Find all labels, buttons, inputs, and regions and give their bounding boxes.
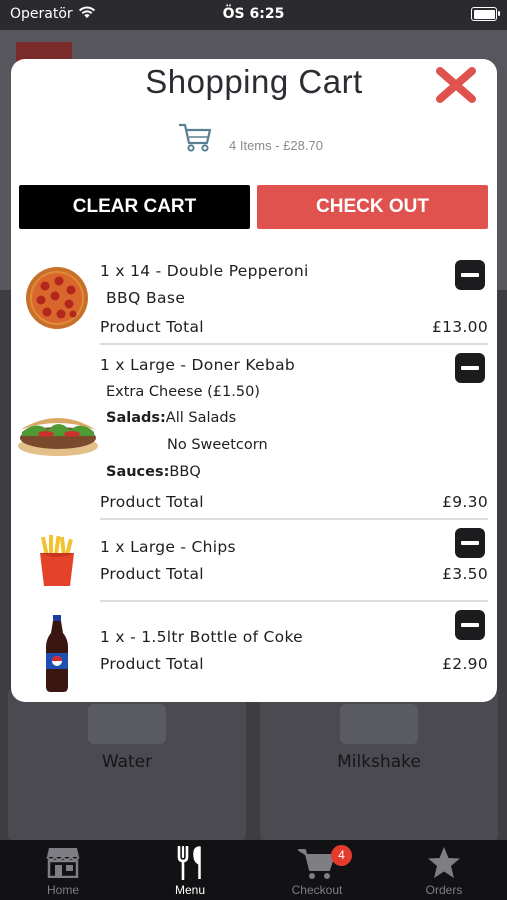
remove-item-button[interactable] [455,353,485,383]
salads-value: All Salads [165,410,237,426]
category-card-water[interactable]: Water [8,690,246,840]
cart-icon [179,123,212,152]
item-option: BBQ Base [106,289,186,307]
tab-orders[interactable]: Orders [381,840,507,900]
remove-item-button[interactable] [455,610,485,640]
close-button[interactable] [435,65,477,105]
item-sauces: Sauces:BBQ [106,464,201,480]
category-label: Milkshake [337,752,421,772]
water-image [88,704,166,744]
chips-image [37,535,77,591]
cart-item: 1 x Large - Doner Kebab Extra Cheese (£1… [11,344,497,520]
cart-summary-text: 4 Items - £28.70 [229,138,323,153]
tab-menu[interactable]: Menu [127,840,253,900]
cart-item: 1 x Large - Chips Product Total £3.50 [11,519,497,602]
background-category-grid: Water Milkshake [8,690,499,840]
tab-home[interactable]: Home [0,840,126,900]
item-extra: Extra Cheese (£1.50) [106,384,260,400]
item-name: 1 x Large - Chips [100,538,236,556]
checkout-badge: 4 [331,845,352,866]
pizza-image [25,266,89,334]
status-time: ÖS 6:25 [222,6,285,22]
category-card-milkshake[interactable]: Milkshake [260,690,498,840]
product-total-label: Product Total [100,493,204,511]
clear-cart-button[interactable]: CLEAR CART [19,185,250,229]
item-price: £3.50 [442,565,488,583]
kebab-image [16,404,100,462]
tab-label: Checkout [291,883,343,897]
tab-label: Orders [425,883,463,897]
salads-label: Salads: [106,410,166,426]
tab-label: Menu [174,883,206,897]
remove-item-button[interactable] [455,260,485,290]
item-price: £13.00 [431,318,488,336]
sauces-value: BBQ [169,464,201,480]
sauces-label: Sauces: [106,464,170,480]
shopping-cart-modal: Shopping Cart 4 Items - £28.70 CLEAR CAR… [11,59,497,702]
tab-bar: Home Menu Checkout Orders [0,840,507,900]
item-price: £2.90 [442,655,488,673]
remove-item-button[interactable] [455,528,485,558]
salads-value-2: No Sweetcorn [167,437,268,453]
battery-icon [471,7,500,21]
cart-icon [254,846,380,880]
category-label: Water [101,752,153,772]
item-name: 1 x - 1.5ltr Bottle of Coke [100,628,304,646]
checkout-button[interactable]: CHECK OUT [257,185,488,229]
star-icon [381,846,507,880]
item-salads: Salads:All Salads [106,410,236,426]
cart-title: Shopping Cart [145,63,363,100]
cart-item: 1 x - 1.5ltr Bottle of Coke Product Tota… [11,601,497,701]
close-icon [436,67,476,103]
cola-bottle-image [44,615,70,697]
item-name: 1 x Large - Doner Kebab [100,356,296,374]
store-icon [0,846,126,880]
product-total-label: Product Total [100,655,204,673]
item-name: 1 x 14 - Double Pepperoni [100,262,309,280]
cart-item: 1 x 14 - Double Pepperoni BBQ Base Produ… [11,249,497,345]
tab-checkout[interactable]: Checkout [254,840,380,900]
product-total-label: Product Total [100,565,204,583]
milkshake-image [340,704,418,744]
tab-label: Home [46,883,79,897]
product-total-label: Product Total [100,318,204,336]
cutlery-icon [127,845,253,881]
item-price: £9.30 [442,493,488,511]
status-bar: Operatör ÖS 6:25 [0,0,507,30]
